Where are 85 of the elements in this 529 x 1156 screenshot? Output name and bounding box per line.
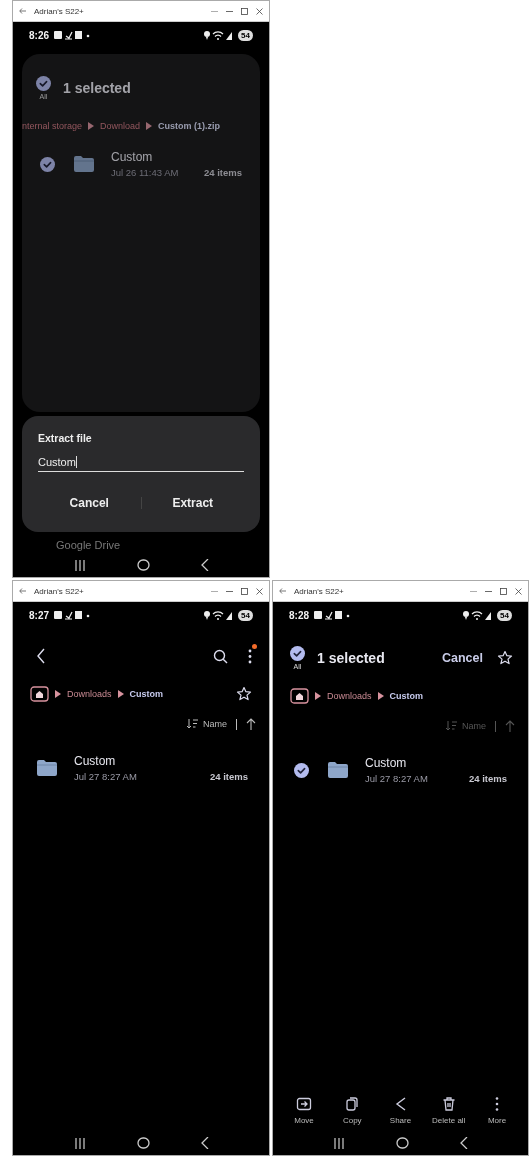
breadcrumb-arrow-icon [315, 692, 321, 700]
home-icon[interactable] [136, 1137, 150, 1149]
recent-apps-icon[interactable] [73, 559, 86, 571]
breadcrumb-arrow-icon [117, 690, 124, 698]
dialog-button[interactable]: Cancel [38, 496, 141, 510]
status-icons-drawing [203, 30, 234, 40]
back-arrow-icon[interactable] [19, 588, 26, 594]
storage-label: Google Drive [56, 538, 121, 552]
recent-apps-icon[interactable] [73, 1137, 86, 1149]
close-icon[interactable] [515, 587, 522, 595]
status-icons-drawing [462, 610, 493, 620]
file-date: Jul 27 8:27 AM [365, 773, 429, 784]
breadcrumb-item[interactable]: Downloads [327, 691, 372, 701]
back-arrow-icon[interactable] [19, 8, 26, 14]
window-title: Adrian's S22+ [34, 6, 85, 16]
home-folder-icon[interactable] [290, 688, 309, 704]
breadcrumb-item[interactable]: Custom [129, 689, 164, 699]
folder-icon [73, 155, 95, 173]
maximize-icon[interactable] [241, 7, 248, 15]
item-count: 24 items [209, 771, 248, 782]
search-icon[interactable] [213, 648, 228, 664]
select-all-checkbox[interactable] [36, 76, 51, 91]
close-icon[interactable] [256, 7, 263, 15]
folder-icon [327, 761, 349, 779]
notification-icons-drawing [54, 610, 90, 620]
file-name: Custom [74, 754, 117, 768]
home-folder-icon[interactable] [30, 686, 49, 702]
checkbox[interactable] [40, 156, 55, 172]
notification-icons-drawing [314, 610, 350, 620]
maximize-icon[interactable] [241, 587, 248, 595]
breadcrumb-item[interactable]: Custom [389, 691, 424, 701]
input-field[interactable]: Custom [38, 444, 244, 472]
breadcrumb-arrow-icon [377, 692, 384, 700]
select-all-checkbox[interactable] [290, 646, 305, 661]
folder-icon [36, 759, 58, 777]
star-icon[interactable] [497, 650, 513, 666]
breadcrumb-arrow-icon [88, 122, 95, 130]
file-name: Custom [365, 756, 408, 770]
back-arrow-icon[interactable] [279, 588, 286, 594]
home-icon[interactable] [396, 1137, 409, 1149]
sort-ascending-icon[interactable] [246, 718, 256, 730]
back-icon[interactable] [459, 1137, 468, 1149]
back-icon[interactable] [200, 1137, 209, 1149]
breadcrumb-item[interactable]: Downloads [67, 689, 112, 699]
status-time: 8:27 [29, 609, 49, 621]
home-icon[interactable] [136, 559, 150, 571]
notification-icons-drawing [54, 30, 90, 40]
close-icon[interactable] [256, 587, 263, 595]
sort-icon[interactable] [187, 719, 198, 729]
breadcrumb-item[interactable]: Custom (1).zip [158, 121, 221, 131]
selection-title: 1 selected [63, 80, 131, 96]
sort-by-name[interactable]: Name [203, 719, 227, 729]
checkbox[interactable] [294, 762, 309, 778]
breadcrumb-arrow-icon [55, 690, 61, 698]
window-title: Adrian's S22+ [294, 586, 345, 596]
copy-button[interactable]: Copy [330, 1096, 375, 1125]
cancel-button[interactable]: Cancel [442, 651, 483, 665]
status-icons-drawing [203, 610, 234, 620]
status-time: 8:26 [29, 29, 49, 41]
copy-icon [344, 1096, 361, 1112]
dialog-title: Extract file [38, 432, 93, 444]
dialog-button[interactable]: Extract [141, 496, 244, 510]
file-name: Custom [111, 150, 154, 164]
more-icon[interactable] [248, 648, 252, 664]
back-icon[interactable] [36, 648, 46, 664]
more-button[interactable]: More [475, 1096, 519, 1125]
battery-badge: 54 [238, 29, 253, 41]
maximize-icon[interactable] [500, 587, 507, 595]
delete-button[interactable]: Delete all [426, 1096, 471, 1125]
file-date: Jul 26 11:43 AM [111, 167, 180, 178]
selection-title: 1 selected [317, 650, 385, 666]
back-icon[interactable] [200, 559, 209, 571]
star-icon[interactable] [236, 686, 252, 702]
battery-badge: 54 [497, 609, 512, 621]
move-icon [296, 1096, 312, 1112]
share-button[interactable]: Share [378, 1096, 423, 1125]
window-title: Adrian's S22+ [34, 586, 85, 596]
item-count: 24 items [203, 167, 242, 178]
move-button[interactable]: Move [282, 1096, 326, 1125]
status-time: 8:28 [289, 609, 309, 621]
recent-apps-icon[interactable] [333, 1137, 346, 1149]
file-date: Jul 27 8:27 AM [74, 771, 138, 782]
breadcrumb-arrow-icon [146, 122, 153, 130]
item-count: 24 items [468, 773, 507, 784]
battery-badge: 54 [238, 609, 253, 621]
